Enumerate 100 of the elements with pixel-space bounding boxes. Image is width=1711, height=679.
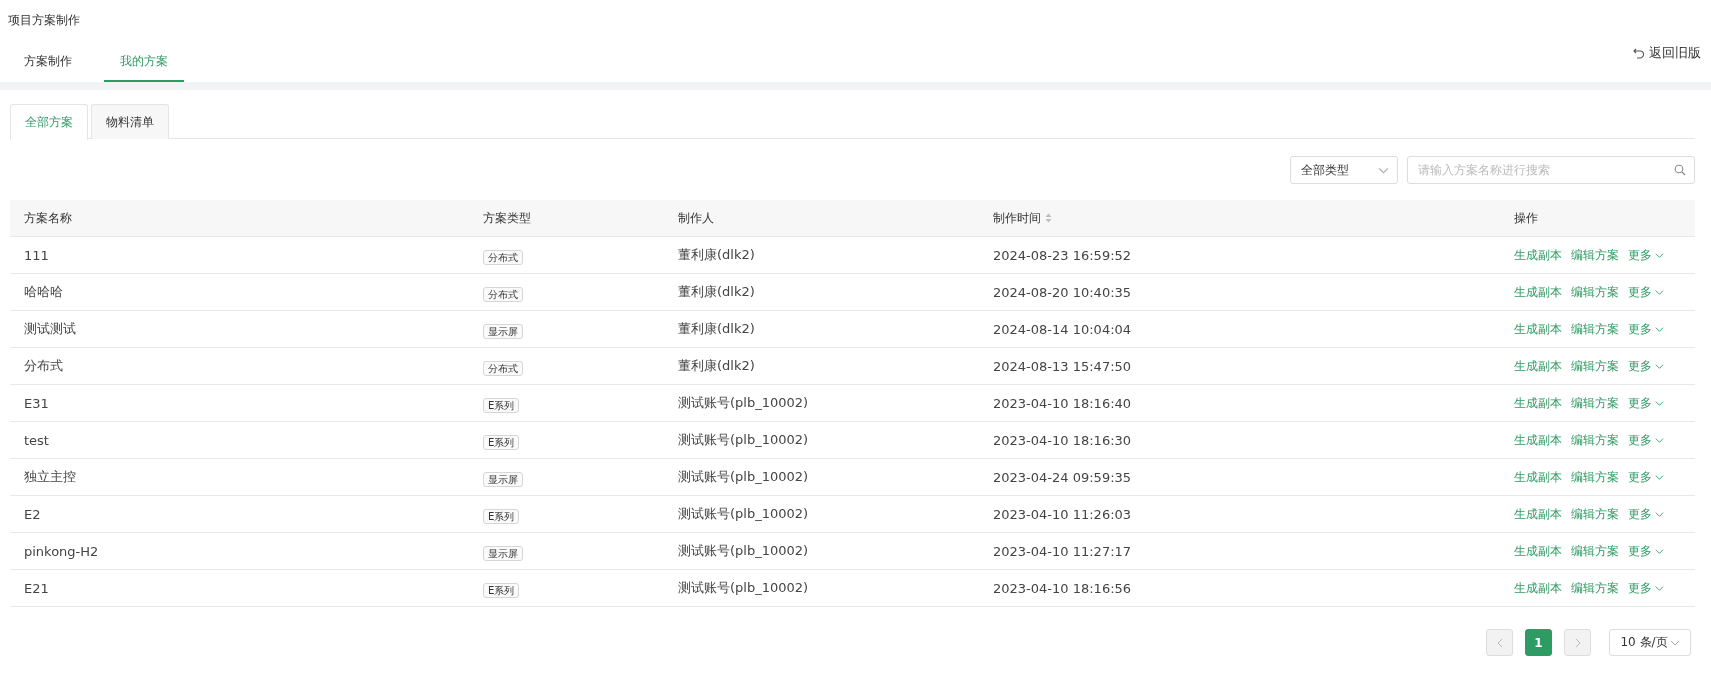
chevron-down-icon xyxy=(1655,287,1664,297)
action-link[interactable]: 生成副本 xyxy=(1514,542,1562,560)
plan-name-cell-text: 分布式 xyxy=(23,357,64,375)
action-link[interactable]: 生成副本 xyxy=(1514,320,1562,338)
type-tag: E系列 xyxy=(483,508,520,524)
action-link[interactable]: 生成副本 xyxy=(1514,468,1562,486)
action-link[interactable]: 生成副本 xyxy=(1514,357,1562,375)
column-header: 操作 xyxy=(1514,209,1538,227)
type-tag: 分布式 xyxy=(483,286,523,302)
chevron-down-icon xyxy=(1655,546,1664,556)
chevron-down-icon xyxy=(1655,583,1664,593)
time-cell-text: 2024-08-14 10:04:04 xyxy=(992,321,1133,337)
plan-name-cell-text: 111 xyxy=(23,247,50,263)
time-cell-text: 2024-08-23 16:59:52 xyxy=(992,247,1133,263)
action-link[interactable]: 编辑方案 xyxy=(1571,542,1619,560)
time-cell-text: 2024-08-20 10:40:35 xyxy=(992,284,1133,300)
plan-name-cell-text: 独立主控 xyxy=(23,468,77,486)
page-size-value: 10 条/页 xyxy=(1620,634,1668,651)
action-link[interactable]: 生成副本 xyxy=(1514,246,1562,264)
time-cell-text: 2023-04-24 09:59:35 xyxy=(992,469,1133,485)
type-tag: E系列 xyxy=(483,434,520,450)
creator-cell-text: 董利康(dlk2) xyxy=(677,246,756,264)
time-cell-text: 2023-04-10 11:26:03 xyxy=(992,506,1133,522)
page-title: 项目方案制作 xyxy=(8,12,81,29)
plan-name-cell-text: E21 xyxy=(23,580,50,596)
more-link[interactable]: 更多 xyxy=(1628,246,1664,264)
time-cell-text: 2024-08-13 15:47:50 xyxy=(992,358,1133,374)
action-link[interactable]: 生成副本 xyxy=(1514,394,1562,412)
more-link[interactable]: 更多 xyxy=(1628,542,1664,560)
select-value: 全部类型 xyxy=(1301,161,1349,179)
chevron-down-icon xyxy=(1655,324,1664,334)
type-tag: E系列 xyxy=(483,397,520,413)
action-link[interactable]: 编辑方案 xyxy=(1571,357,1619,375)
type-select[interactable]: 全部类型 xyxy=(1290,156,1398,184)
action-link[interactable]: 生成副本 xyxy=(1514,579,1562,597)
type-tag: 显示屏 xyxy=(483,471,523,487)
sub-tab[interactable]: 物料清单 xyxy=(91,104,169,139)
more-link[interactable]: 更多 xyxy=(1628,431,1664,449)
sub-tab[interactable]: 全部方案 xyxy=(10,104,88,140)
creator-cell-text: 测试账号(plb_10002) xyxy=(677,394,810,412)
action-link[interactable]: 编辑方案 xyxy=(1571,579,1619,597)
back-link-text[interactable]: 返回旧版 xyxy=(1649,44,1701,62)
page-size-select[interactable]: 10 条/页 xyxy=(1609,629,1691,656)
creator-cell-text: 董利康(dlk2) xyxy=(677,357,756,375)
creator-cell-text: 测试账号(plb_10002) xyxy=(677,505,810,523)
creator-cell-text: 测试账号(plb_10002) xyxy=(677,542,810,560)
prev-page-button[interactable] xyxy=(1486,629,1513,656)
plan-name-cell-text: 测试测试 xyxy=(23,320,77,338)
action-link[interactable]: 编辑方案 xyxy=(1571,320,1619,338)
chevron-down-icon xyxy=(1655,250,1664,260)
column-header: 方案名称 xyxy=(24,209,72,227)
action-link[interactable]: 编辑方案 xyxy=(1571,505,1619,523)
more-link[interactable]: 更多 xyxy=(1628,579,1664,597)
chevron-down-icon xyxy=(1655,435,1664,445)
search-field[interactable]: 请输入方案名称进行搜索 xyxy=(1407,156,1695,184)
chevron-down-icon xyxy=(1655,509,1664,519)
more-link[interactable]: 更多 xyxy=(1628,394,1664,412)
type-tag: 分布式 xyxy=(483,360,523,376)
action-link[interactable]: 生成副本 xyxy=(1514,505,1562,523)
more-link[interactable]: 更多 xyxy=(1628,357,1664,375)
plan-name-cell-text: pinkong-H2 xyxy=(23,543,100,559)
time-cell-text: 2023-04-10 18:16:40 xyxy=(992,395,1133,411)
column-header: 制作时间 xyxy=(993,209,1041,227)
action-link[interactable]: 编辑方案 xyxy=(1571,431,1619,449)
creator-cell-text: 董利康(dlk2) xyxy=(677,320,756,338)
creator-cell-text: 测试账号(plb_10002) xyxy=(677,468,810,486)
creator-cell-text: 董利康(dlk2) xyxy=(677,283,756,301)
plan-name-cell-text: test xyxy=(23,432,50,448)
chevron-down-icon xyxy=(1655,472,1664,482)
next-page-button[interactable] xyxy=(1564,629,1591,656)
nav-tab[interactable]: 方案制作 xyxy=(8,53,88,82)
time-cell-text: 2023-04-10 18:16:56 xyxy=(992,580,1133,596)
creator-cell-text: 测试账号(plb_10002) xyxy=(677,431,810,449)
undo-icon xyxy=(1633,47,1645,59)
plan-name-cell-text: E2 xyxy=(23,506,42,522)
action-link[interactable]: 生成副本 xyxy=(1514,283,1562,301)
plan-name-cell-text: 哈哈哈 xyxy=(23,283,64,301)
column-header: 方案类型 xyxy=(483,209,531,227)
type-tag: 分布式 xyxy=(483,249,523,265)
type-tag: 显示屏 xyxy=(483,545,523,561)
sort-icon[interactable] xyxy=(1045,213,1052,223)
more-link[interactable]: 更多 xyxy=(1628,505,1664,523)
action-link[interactable]: 编辑方案 xyxy=(1571,394,1619,412)
chevron-left-icon xyxy=(1495,637,1504,648)
search-icon xyxy=(1674,164,1686,176)
column-header: 制作人 xyxy=(678,209,714,227)
chevron-right-icon xyxy=(1573,637,1582,648)
more-link[interactable]: 更多 xyxy=(1628,320,1664,338)
action-link[interactable]: 编辑方案 xyxy=(1571,283,1619,301)
action-link[interactable]: 编辑方案 xyxy=(1571,468,1619,486)
action-link[interactable]: 编辑方案 xyxy=(1571,246,1619,264)
page-button[interactable]: 1 xyxy=(1525,629,1552,656)
plan-name-cell-text: E31 xyxy=(23,395,50,411)
type-tag: E系列 xyxy=(483,582,520,598)
more-link[interactable]: 更多 xyxy=(1628,468,1664,486)
back-link[interactable]: 返回旧版 xyxy=(1633,44,1703,62)
creator-cell-text: 测试账号(plb_10002) xyxy=(677,579,810,597)
more-link[interactable]: 更多 xyxy=(1628,283,1664,301)
action-link[interactable]: 生成副本 xyxy=(1514,431,1562,449)
time-cell-text: 2023-04-10 18:16:30 xyxy=(992,432,1133,448)
